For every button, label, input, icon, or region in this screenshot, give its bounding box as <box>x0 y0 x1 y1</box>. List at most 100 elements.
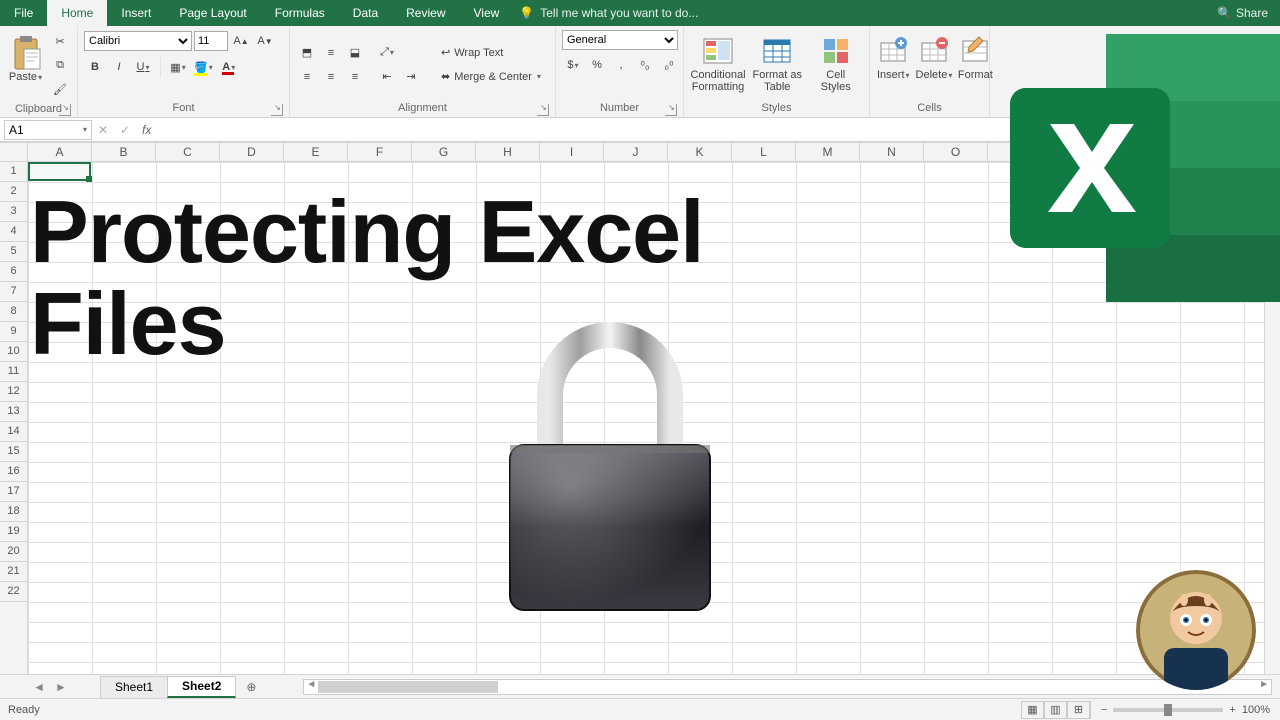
align-middle-button[interactable]: ≡ <box>320 42 342 64</box>
tab-insert[interactable]: Insert <box>107 0 165 26</box>
column-header[interactable]: G <box>412 143 476 161</box>
cut-button[interactable]: ✂ <box>49 30 71 52</box>
align-bottom-button[interactable]: ⬓ <box>344 42 366 64</box>
row-header[interactable]: 5 <box>0 242 27 262</box>
new-sheet-button[interactable]: ⊕ <box>239 676 263 698</box>
column-header[interactable]: K <box>668 143 732 161</box>
column-header[interactable]: N <box>860 143 924 161</box>
row-header[interactable]: 2 <box>0 182 27 202</box>
insert-cells-button[interactable]: Insert▾ <box>876 32 911 98</box>
row-header[interactable]: 16 <box>0 462 27 482</box>
currency-button[interactable]: $▾ <box>562 54 584 76</box>
column-header[interactable]: J <box>604 143 668 161</box>
row-header[interactable]: 14 <box>0 422 27 442</box>
row-header[interactable]: 21 <box>0 562 27 582</box>
font-color-button[interactable]: A▾ <box>218 56 240 78</box>
column-header[interactable]: E <box>284 143 348 161</box>
increase-indent-button[interactable]: ⇥ <box>400 66 422 88</box>
decrease-font-button[interactable]: A▼ <box>254 30 276 52</box>
tab-pagelayout[interactable]: Page Layout <box>165 0 260 26</box>
column-header[interactable]: S <box>1180 143 1244 161</box>
horizontal-scrollbar[interactable] <box>303 679 1272 695</box>
row-header[interactable]: 4 <box>0 222 27 242</box>
select-all-corner[interactable] <box>0 142 28 162</box>
column-header[interactable]: P <box>988 143 1052 161</box>
zoom-in-button[interactable]: + <box>1229 704 1235 716</box>
column-header[interactable]: B <box>92 143 156 161</box>
align-left-button[interactable]: ≡ <box>296 66 318 88</box>
format-painter-button[interactable]: 🖌 <box>49 78 71 100</box>
orientation-button[interactable]: ⤢▾ <box>376 42 398 64</box>
sheet-tab-sheet2[interactable]: Sheet2 <box>167 676 236 698</box>
column-header[interactable]: F <box>348 143 412 161</box>
row-header[interactable]: 12 <box>0 382 27 402</box>
merge-center-button[interactable]: ⬌Merge & Center▾ <box>438 66 558 88</box>
vertical-scrollbar[interactable] <box>1264 142 1280 674</box>
column-header[interactable]: C <box>156 143 220 161</box>
comma-button[interactable]: , <box>610 54 632 76</box>
column-header[interactable]: A <box>28 143 92 161</box>
column-header[interactable]: M <box>796 143 860 161</box>
row-header[interactable]: 7 <box>0 282 27 302</box>
tab-formulas[interactable]: Formulas <box>261 0 339 26</box>
increase-decimal-button[interactable]: ⁰₀ <box>634 54 656 76</box>
number-format-select[interactable]: General <box>562 30 678 50</box>
row-header[interactable]: 6 <box>0 262 27 282</box>
font-launcher[interactable] <box>271 104 283 116</box>
row-header[interactable]: 3 <box>0 202 27 222</box>
increase-font-button[interactable]: A▲ <box>230 30 252 52</box>
share-button[interactable]: 🔍 Share <box>1205 0 1280 26</box>
wrap-text-button[interactable]: ↩Wrap Text <box>438 42 558 64</box>
row-header[interactable]: 17 <box>0 482 27 502</box>
row-header[interactable]: 10 <box>0 342 27 362</box>
align-center-button[interactable]: ≡ <box>320 66 342 88</box>
row-header[interactable]: 11 <box>0 362 27 382</box>
cells-area[interactable] <box>28 162 1264 674</box>
sheet-nav-next[interactable]: ► <box>55 680 67 694</box>
conditional-formatting-button[interactable]: Conditional Formatting <box>690 32 746 98</box>
format-cells-button[interactable]: Format <box>957 32 993 98</box>
number-launcher[interactable] <box>665 104 677 116</box>
column-header[interactable]: I <box>540 143 604 161</box>
tab-data[interactable]: Data <box>339 0 392 26</box>
row-header[interactable]: 20 <box>0 542 27 562</box>
sheet-nav-prev[interactable]: ◄ <box>33 680 45 694</box>
name-box[interactable]: A1▾ <box>4 120 92 140</box>
tell-me[interactable]: 💡 Tell me what you want to do... <box>519 0 698 26</box>
font-name-select[interactable]: Calibri <box>84 31 192 51</box>
row-headers[interactable]: 12345678910111213141516171819202122 <box>0 162 28 674</box>
tab-home[interactable]: Home <box>47 0 107 26</box>
zoom-slider[interactable] <box>1113 708 1223 712</box>
align-top-button[interactable]: ⬒ <box>296 42 318 64</box>
cancel-formula-button[interactable]: ✕ <box>92 123 114 137</box>
column-header[interactable]: H <box>476 143 540 161</box>
row-header[interactable]: 22 <box>0 582 27 602</box>
clipboard-launcher[interactable] <box>59 104 71 116</box>
bold-button[interactable]: B <box>84 56 106 78</box>
cell-styles-button[interactable]: Cell Styles <box>809 32 864 98</box>
formula-input[interactable] <box>157 120 1280 140</box>
fill-color-button[interactable]: 🪣▾ <box>191 56 216 78</box>
zoom-level[interactable]: 100% <box>1242 704 1270 716</box>
row-header[interactable]: 13 <box>0 402 27 422</box>
tab-view[interactable]: View <box>460 0 514 26</box>
italic-button[interactable]: I <box>108 56 130 78</box>
view-normal-button[interactable]: ▦ <box>1021 701 1045 719</box>
enter-formula-button[interactable]: ✓ <box>114 123 136 137</box>
tab-review[interactable]: Review <box>392 0 459 26</box>
row-header[interactable]: 19 <box>0 522 27 542</box>
view-pagebreak-button[interactable]: ⊞ <box>1067 701 1091 719</box>
row-header[interactable]: 9 <box>0 322 27 342</box>
percent-button[interactable]: % <box>586 54 608 76</box>
column-header[interactable]: Q <box>1052 143 1116 161</box>
borders-button[interactable]: ▦▾ <box>167 56 189 78</box>
view-pagelayout-button[interactable]: ▥ <box>1044 701 1068 719</box>
row-header[interactable]: 15 <box>0 442 27 462</box>
row-header[interactable]: 8 <box>0 302 27 322</box>
spreadsheet-grid[interactable]: ABCDEFGHIJKLMNOPQRS 12345678910111213141… <box>0 142 1280 674</box>
align-right-button[interactable]: ≡ <box>344 66 366 88</box>
column-headers[interactable]: ABCDEFGHIJKLMNOPQRS <box>28 142 1264 162</box>
sheet-tab-sheet1[interactable]: Sheet1 <box>100 676 168 698</box>
format-as-table-button[interactable]: Format as Table <box>750 32 805 98</box>
decrease-indent-button[interactable]: ⇤ <box>376 66 398 88</box>
